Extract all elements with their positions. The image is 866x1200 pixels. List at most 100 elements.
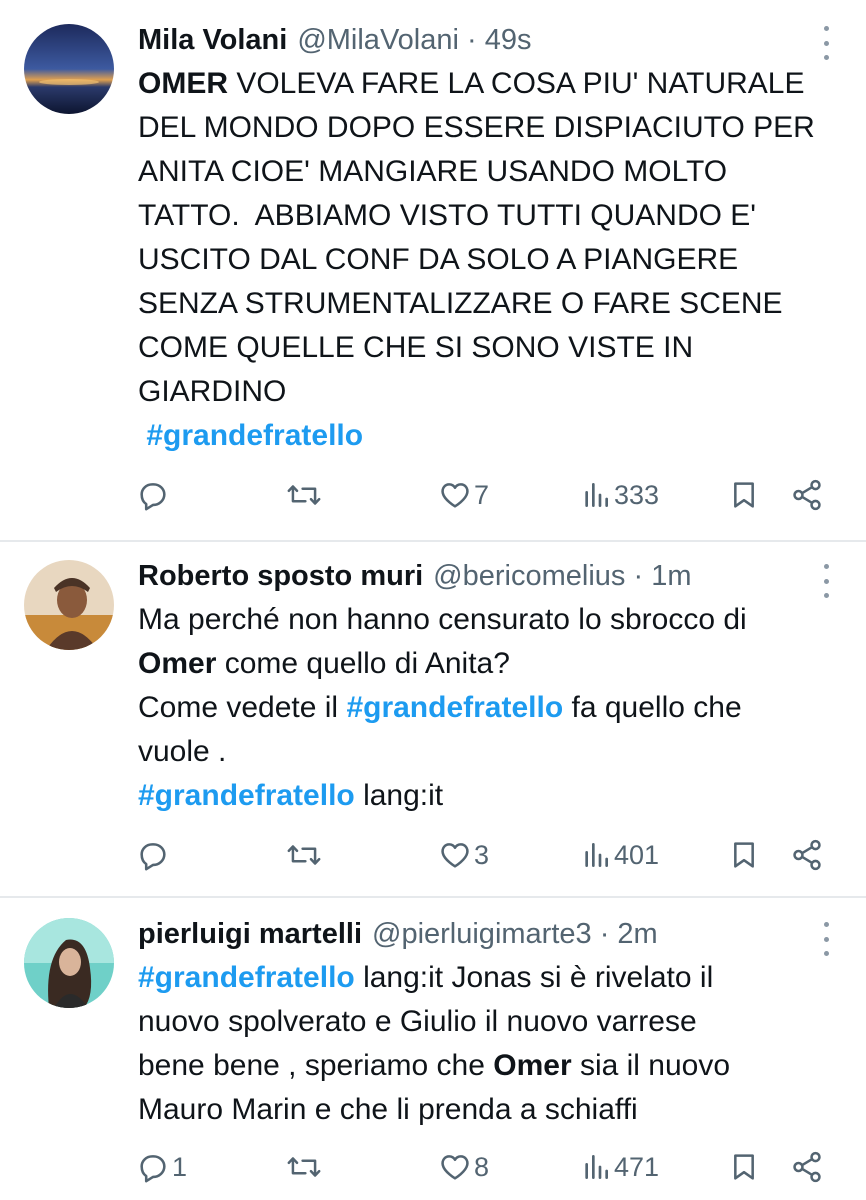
tweet-text-line: DEL MONDO DOPO ESSERE DISPIACIUTO PER: [138, 106, 842, 150]
bookmark-icon: [734, 482, 754, 508]
timestamp[interactable]: 1m: [651, 560, 691, 593]
share-button[interactable]: [790, 1150, 824, 1184]
author-handle[interactable]: @bericomelius: [433, 560, 625, 593]
bookmark-button[interactable]: [728, 838, 760, 872]
tweet-text-line: #grandefratello lang:it Jonas si è rivel…: [138, 956, 842, 1000]
retweet-icon: [287, 1157, 321, 1177]
author-name[interactable]: Roberto sposto muri: [138, 560, 423, 593]
views-chart-icon: [585, 1155, 608, 1179]
hashtag-link[interactable]: #grandefratello: [138, 419, 363, 452]
tweet-actions: 3 401: [0, 838, 866, 878]
author-handle[interactable]: @MilaVolani: [297, 24, 459, 57]
tweet-actions: 1 8 471: [0, 1150, 866, 1190]
man-photo-avatar-icon: [24, 560, 114, 650]
avatar[interactable]: [24, 24, 114, 114]
bookmark-icon: [734, 842, 754, 868]
retweet-button[interactable]: [286, 838, 324, 872]
hashtag-link[interactable]: #grandefratello: [346, 691, 563, 724]
author-name[interactable]: Mila Volani: [138, 24, 287, 57]
separator-dot: ·: [625, 559, 652, 592]
retweet-button[interactable]: [286, 1150, 324, 1184]
heart-icon: [441, 1155, 469, 1180]
highlighted-keyword: Omer: [493, 1049, 572, 1082]
views-button[interactable]: 401: [580, 838, 659, 872]
reply-button[interactable]: 1: [136, 1150, 187, 1184]
timestamp[interactable]: 2m: [617, 918, 657, 951]
text-segment: vuole .: [138, 735, 227, 768]
text-segment: fa quello che: [563, 691, 742, 724]
like-count: 3: [474, 839, 490, 870]
tweet-text-line: nuovo spolverato e Giulio il nuovo varre…: [138, 1000, 842, 1044]
woman-photo-avatar-icon: [24, 918, 114, 1008]
reply-icon: [140, 483, 166, 511]
share-button[interactable]: [790, 838, 824, 872]
text-segment: Ma perché non hanno censurato lo sbrocco…: [138, 603, 747, 636]
tweet-text-line: #grandefratello lang:it: [138, 774, 842, 818]
tweet-text-line: GIARDINO: [138, 370, 842, 414]
like-button[interactable]: 8: [438, 1150, 489, 1184]
share-button[interactable]: [790, 478, 824, 512]
view-count: 401: [614, 839, 660, 870]
more-options-icon[interactable]: [822, 26, 830, 60]
like-button[interactable]: 7: [438, 478, 489, 512]
highlighted-keyword: Omer: [138, 647, 217, 680]
text-segment: nuovo spolverato e Giulio il nuovo varre…: [138, 1005, 697, 1038]
tweet-text-line: #grandefratello: [138, 414, 842, 458]
tweet-text-line: Mauro Marin e che li prenda a schiaffi: [138, 1088, 842, 1132]
hashtag-link[interactable]: #grandefratello: [138, 779, 355, 812]
tweet-actions: 7 333: [0, 478, 866, 518]
more-options-icon[interactable]: [822, 564, 830, 598]
text-segment: COME QUELLE CHE SI SONO VISTE IN: [138, 331, 694, 364]
share-icon: [793, 1151, 821, 1183]
text-segment: GIARDINO: [138, 375, 287, 408]
text-segment: DEL MONDO DOPO ESSERE DISPIACIUTO PER: [138, 111, 815, 144]
author-name[interactable]: pierluigi martelli: [138, 918, 362, 951]
separator-dot: ·: [458, 23, 485, 56]
heart-icon: [441, 843, 469, 868]
text-segment: come quello di Anita?: [216, 647, 510, 680]
tweet-text-line: Come vedete il #grandefratello fa quello…: [138, 686, 842, 730]
text-segment: lang:it Jonas si è rivelato il: [354, 961, 714, 994]
tweet-text-line: ANITA CIOE' MANGIARE USANDO MOLTO: [138, 150, 842, 194]
retweet-button[interactable]: [286, 478, 324, 512]
text-segment: sia il nuovo: [571, 1049, 731, 1082]
text-segment: TATTO. ABBIAMO VISTO TUTTI QUANDO E': [138, 199, 757, 232]
tweet-text-line: bene bene , speriamo che Omer sia il nuo…: [138, 1044, 842, 1088]
view-count: 471: [614, 1151, 660, 1182]
reply-icon: [140, 843, 166, 871]
tweet-text-line: Ma perché non hanno censurato lo sbrocco…: [138, 598, 842, 642]
tweet-text-line: Omer come quello di Anita?: [138, 642, 842, 686]
heart-icon: [441, 483, 469, 508]
views-button[interactable]: 471: [580, 1150, 659, 1184]
reply-button[interactable]: [136, 478, 172, 512]
text-segment: Mauro Marin e che li prenda a schiaffi: [138, 1093, 638, 1126]
text-segment: lang:it: [354, 779, 444, 812]
like-button[interactable]: 3: [438, 838, 489, 872]
views-chart-icon: [585, 483, 608, 507]
avatar[interactable]: [24, 560, 114, 650]
text-segment: Come vedete il: [138, 691, 347, 724]
timestamp[interactable]: 49s: [485, 24, 532, 57]
text-segment: ANITA CIOE' MANGIARE USANDO MOLTO: [138, 155, 728, 188]
share-icon: [793, 839, 821, 871]
text-segment: bene bene , speriamo che: [138, 1049, 494, 1082]
views-button[interactable]: 333: [580, 478, 659, 512]
hashtag-link[interactable]: #grandefratello: [138, 961, 355, 994]
separator-dot: ·: [591, 917, 618, 950]
like-count: 8: [474, 1151, 490, 1182]
tweet-text-line: COME QUELLE CHE SI SONO VISTE IN: [138, 326, 842, 370]
reply-count: 1: [172, 1151, 188, 1182]
author-handle[interactable]: @pierluigimarte3: [372, 918, 592, 951]
avatar[interactable]: [24, 918, 114, 1008]
tweet-header: pierluigi martelli @pierluigimarte3 · 2m: [138, 914, 846, 954]
tweet-text-line: TATTO. ABBIAMO VISTO TUTTI QUANDO E': [138, 194, 842, 238]
bookmark-button[interactable]: [728, 1150, 760, 1184]
tweet[interactable]: Mila Volani @MilaVolani · 49s OMER VOLEV…: [0, 0, 866, 540]
views-chart-icon: [585, 843, 608, 867]
bookmark-button[interactable]: [728, 478, 760, 512]
more-options-icon[interactable]: [822, 922, 830, 956]
tweet-text-line: SENZA STRUMENTALIZZARE O FARE SCENE: [138, 282, 842, 326]
reply-button[interactable]: [136, 838, 172, 872]
text-segment: SENZA STRUMENTALIZZARE O FARE SCENE: [138, 287, 783, 320]
retweet-icon: [287, 485, 321, 505]
